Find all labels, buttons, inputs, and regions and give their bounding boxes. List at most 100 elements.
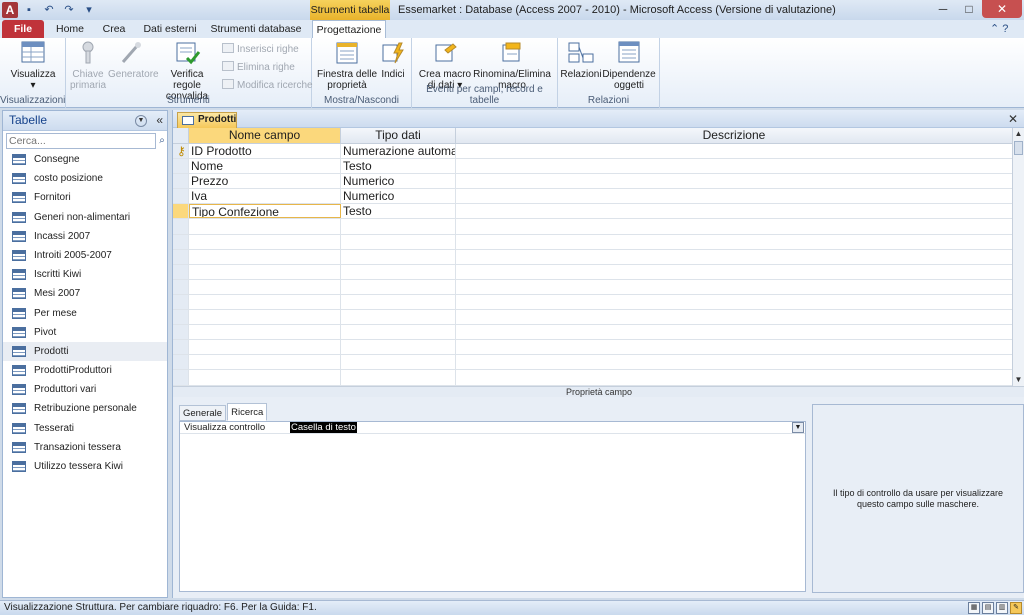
nav-item[interactable]: Per mese — [3, 304, 167, 323]
maximize-button[interactable]: □ — [956, 0, 982, 18]
row-selector[interactable] — [173, 325, 189, 340]
empty-cell[interactable] — [341, 370, 456, 385]
nav-item[interactable]: Generi non-alimentari — [3, 208, 167, 227]
empty-cell[interactable] — [189, 264, 341, 279]
scroll-down-icon[interactable]: ▼ — [1013, 374, 1024, 386]
empty-cell[interactable] — [456, 294, 1013, 310]
row-selector[interactable] — [173, 294, 189, 310]
empty-cell[interactable] — [456, 264, 1013, 279]
table-row[interactable] — [173, 249, 1013, 265]
row-selector[interactable] — [173, 355, 189, 370]
field-name-cell[interactable]: Tipo Confezione — [189, 204, 341, 219]
field-name-cell[interactable]: Iva — [189, 189, 341, 204]
nav-item[interactable]: Pivot — [3, 323, 167, 342]
row-selector[interactable] — [173, 174, 189, 189]
empty-cell[interactable] — [456, 279, 1013, 294]
data-type-cell[interactable]: Numerazione automatica — [341, 144, 456, 159]
empty-cell[interactable] — [189, 310, 341, 325]
nav-item[interactable]: Prodotti — [3, 341, 167, 362]
property-row-visualizza-controllo[interactable]: Visualizza controllo Casella di testo ▼ — [180, 422, 805, 434]
table-row[interactable] — [173, 294, 1013, 311]
nav-item[interactable]: costo posizione — [3, 169, 167, 188]
data-type-cell[interactable]: Numerico — [341, 189, 456, 204]
scroll-thumb[interactable] — [1014, 141, 1023, 155]
empty-cell[interactable] — [341, 219, 456, 234]
elimina-righe-button[interactable]: Elimina righe — [222, 60, 295, 76]
pivotchart-view-icon[interactable]: ▥ — [996, 602, 1008, 614]
row-selector[interactable] — [173, 234, 189, 249]
finestra-proprieta-button[interactable]: Finestra delle proprietà — [316, 40, 378, 91]
table-row[interactable] — [173, 279, 1013, 295]
vertical-scrollbar[interactable]: ▲ ▼ — [1012, 128, 1024, 386]
column-header-nome-campo[interactable]: Nome campo — [189, 128, 341, 143]
nav-item[interactable]: Transazioni tessera — [3, 438, 167, 457]
undo-icon[interactable]: ↶ — [42, 3, 56, 17]
table-row[interactable] — [173, 234, 1013, 250]
tab-file[interactable]: File — [2, 20, 44, 38]
pivottable-view-icon[interactable]: ▤ — [982, 602, 994, 614]
column-header-tipo-dati[interactable]: Tipo dati — [341, 128, 456, 143]
empty-cell[interactable] — [341, 310, 456, 325]
search-icon[interactable]: ⌕ — [156, 133, 168, 149]
empty-cell[interactable] — [189, 355, 341, 370]
field-name-cell[interactable]: ID Prodotto — [189, 144, 341, 159]
generatore-button[interactable]: Generatore — [108, 40, 159, 80]
table-row[interactable] — [173, 219, 1013, 235]
description-cell[interactable] — [456, 189, 1013, 204]
document-tab-prodotti[interactable]: Prodotti — [177, 112, 237, 128]
empty-cell[interactable] — [341, 355, 456, 370]
data-type-cell[interactable]: Testo — [341, 159, 456, 174]
empty-cell[interactable] — [456, 340, 1013, 355]
description-cell[interactable] — [456, 144, 1013, 159]
description-cell[interactable] — [456, 204, 1013, 219]
table-row[interactable]: ⚷ID ProdottoNumerazione automatica — [173, 144, 1013, 160]
empty-cell[interactable] — [189, 234, 341, 249]
empty-cell[interactable] — [456, 249, 1013, 264]
empty-cell[interactable] — [456, 370, 1013, 385]
tab-crea[interactable]: Crea — [96, 20, 132, 38]
data-type-cell[interactable]: Numerico — [341, 174, 456, 189]
empty-cell[interactable] — [341, 264, 456, 279]
collapse-pane-icon[interactable]: « — [156, 113, 163, 127]
empty-cell[interactable] — [189, 370, 341, 385]
nav-item[interactable]: Incassi 2007 — [3, 227, 167, 246]
datasheet-view-icon[interactable]: ▦ — [968, 602, 980, 614]
primary-key-icon[interactable]: ⚷ — [173, 144, 189, 159]
help-icon[interactable]: ⌃ ? — [990, 22, 1020, 35]
nav-item[interactable]: Mesi 2007 — [3, 284, 167, 303]
save-icon[interactable]: ▪ — [22, 3, 36, 17]
table-row[interactable]: Prezzo Numerico — [173, 174, 1013, 190]
row-selector[interactable] — [173, 279, 189, 294]
table-row[interactable] — [173, 370, 1013, 386]
empty-cell[interactable] — [456, 325, 1013, 340]
customize-qat-icon[interactable]: ▾ — [82, 3, 96, 17]
table-row[interactable] — [173, 310, 1013, 326]
nav-item[interactable]: Introiti 2005-2007 — [3, 246, 167, 265]
row-selector[interactable] — [173, 310, 189, 325]
table-row[interactable] — [173, 325, 1013, 341]
empty-cell[interactable] — [189, 279, 341, 294]
row-selector[interactable] — [173, 249, 189, 264]
empty-cell[interactable] — [189, 219, 341, 234]
empty-cell[interactable] — [189, 340, 341, 355]
row-selector[interactable] — [173, 189, 189, 204]
nav-pane-header[interactable]: Tabelle ▼ « — [3, 111, 167, 131]
table-row[interactable] — [173, 264, 1013, 280]
empty-cell[interactable] — [189, 294, 341, 310]
column-header-descrizione[interactable]: Descrizione — [456, 128, 1013, 143]
nav-item[interactable]: Utilizzo tessera Kiwi — [3, 457, 167, 476]
nav-item[interactable]: Iscritti Kiwi — [3, 265, 167, 284]
empty-cell[interactable] — [341, 340, 456, 355]
empty-cell[interactable] — [189, 325, 341, 340]
row-selector[interactable] — [173, 159, 189, 174]
table-row[interactable] — [173, 355, 1013, 371]
dipendenze-oggetti-button[interactable]: Dipendenze oggetti — [602, 40, 656, 91]
description-cell[interactable] — [456, 159, 1013, 174]
chevron-down-icon[interactable]: ▼ — [792, 422, 804, 433]
nav-item[interactable]: Retribuzione personale — [3, 399, 167, 418]
nav-item[interactable]: ProdottiProduttori — [3, 361, 167, 380]
field-name-cell[interactable]: Prezzo — [189, 174, 341, 189]
nav-item[interactable]: Produttori vari — [3, 380, 167, 399]
scroll-up-icon[interactable]: ▲ — [1013, 128, 1024, 140]
empty-cell[interactable] — [456, 310, 1013, 325]
